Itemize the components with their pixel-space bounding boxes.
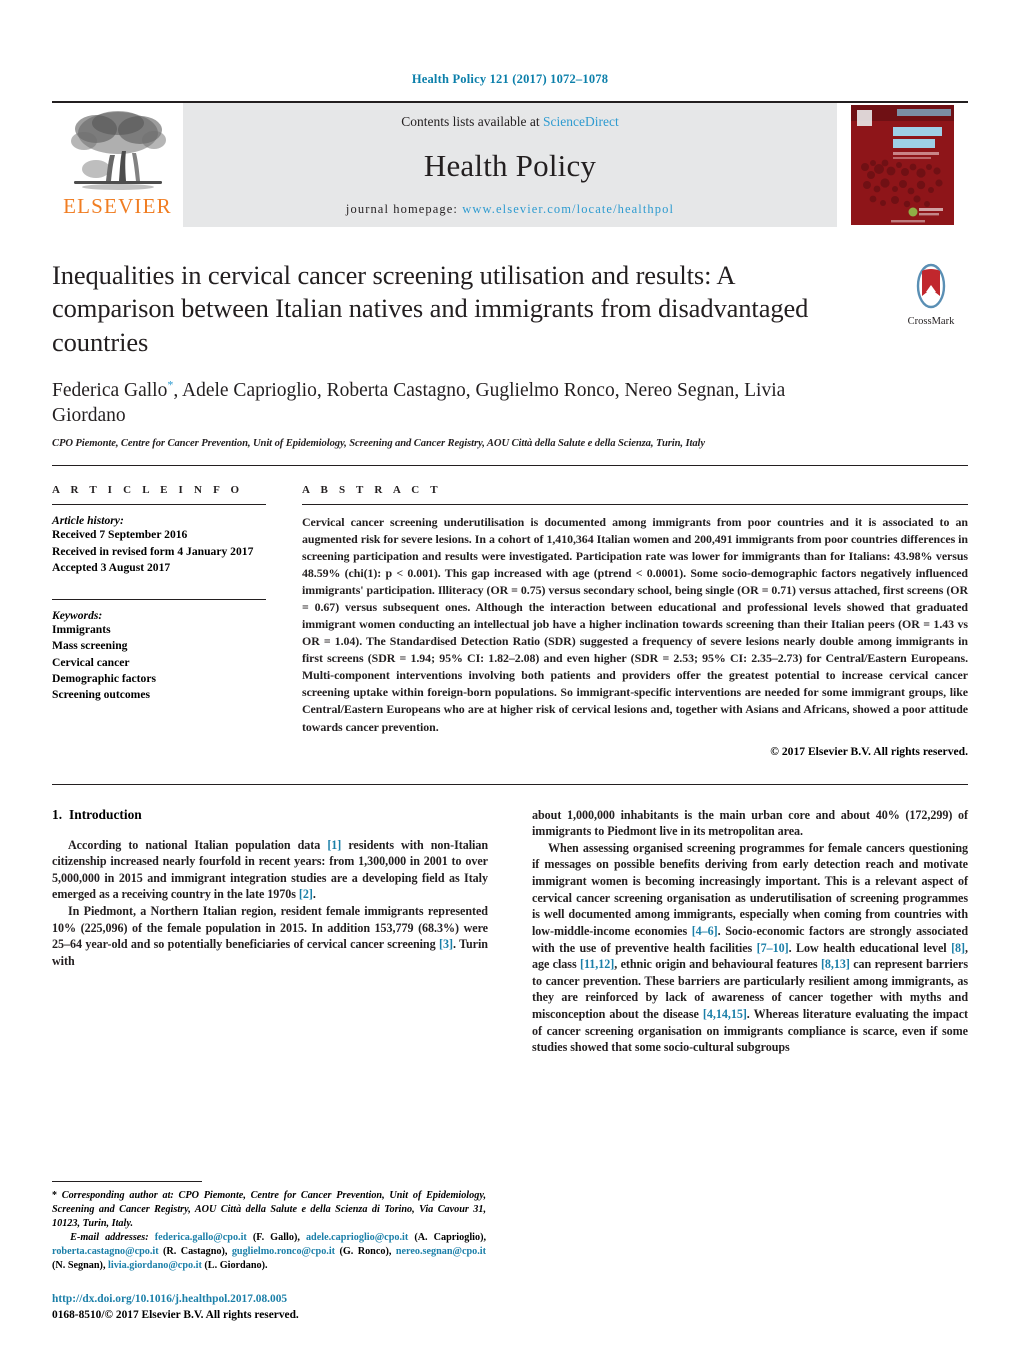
email-owner: (N. Segnan),: [52, 1260, 106, 1272]
email-link[interactable]: adele.caprioglio@cpo.it: [306, 1232, 408, 1243]
homepage-url-link[interactable]: www.elsevier.com/locate/healthpol: [462, 202, 674, 216]
asterisk-icon: *: [52, 1190, 57, 1202]
citation-link[interactable]: [3]: [439, 937, 453, 951]
intro-paragraph-2: In Piedmont, a Northern Italian region, …: [52, 904, 488, 968]
keyword-item: Demographic factors: [52, 672, 156, 686]
history-revised: Received in revised form 4 January 2017: [52, 544, 254, 558]
article-info-heading: A R T I C L E I N F O: [52, 484, 244, 497]
email-link[interactable]: livia.giordano@cpo.it: [108, 1260, 202, 1271]
keywords-label: Keywords:: [52, 608, 103, 622]
email-link[interactable]: nereo.segnan@cpo.it: [396, 1246, 486, 1257]
contents-available-line: Contents lists available at ScienceDirec…: [401, 114, 618, 130]
author-list: Federica Gallo*, Adele Caprioglio, Rober…: [52, 377, 968, 428]
article-history-label: Article history:: [52, 514, 124, 528]
keyword-item: Immigrants: [52, 622, 111, 636]
abstract-heading: A B S T R A C T: [302, 484, 442, 497]
info-rule: [52, 504, 266, 506]
keyword-item: Screening outcomes: [52, 688, 150, 702]
publisher-logo: ELSEVIER: [52, 103, 183, 227]
email-link[interactable]: federica.gallo@cpo.it: [155, 1232, 247, 1243]
section-title: Introduction: [69, 806, 142, 822]
history-received: Received 7 September 2016: [52, 528, 188, 542]
running-head: Health Policy 121 (2017) 1072–1078: [411, 72, 609, 86]
email-owner: (L. Giordano).: [204, 1260, 268, 1272]
journal-cover-image: [851, 105, 954, 225]
body-column-left: 1. Introduction According to national Ita…: [52, 807, 510, 1056]
citation-link[interactable]: [8,13]: [821, 957, 850, 971]
abstract-rule: [302, 504, 968, 506]
email-owner: (R. Castagno),: [163, 1246, 228, 1258]
section-number: 1.: [52, 806, 63, 822]
abstract-copyright: © 2017 Elsevier B.V. All rights reserved…: [770, 744, 968, 758]
masthead-center: Contents lists available at ScienceDirec…: [183, 103, 837, 227]
contents-prefix: Contents lists available at: [401, 114, 540, 129]
journal-article-page: Health Policy 121 (2017) 1072–1078 ELSEV…: [0, 0, 1020, 1351]
body-column-right: about 1,000,000 inhabitants is the main …: [510, 807, 968, 1056]
corresponding-author-text: Corresponding author at: CPO Piemonte, C…: [52, 1190, 487, 1230]
citation-link[interactable]: [4–6]: [692, 924, 718, 938]
keyword-item: Mass screening: [52, 639, 128, 653]
footnote-block: * Corresponding author at: CPO Piemonte,…: [52, 1181, 486, 1273]
abstract-column: A B S T R A C T Cervical cancer screenin…: [302, 484, 968, 758]
keywords-rule: [52, 598, 266, 600]
history-accepted: Accepted 3 August 2017: [52, 561, 171, 575]
author-names: Federica Gallo*, Adele Caprioglio, Rober…: [52, 377, 786, 426]
citation-link[interactable]: [2]: [299, 887, 313, 901]
citation-link[interactable]: [1]: [327, 838, 341, 852]
author-affiliation: CPO Piemonte, Centre for Cancer Preventi…: [52, 438, 705, 450]
elsevier-tree-icon: [70, 111, 166, 190]
email-owner: (A. Caprioglio),: [414, 1232, 487, 1244]
issn-copyright-line: 0168-8510/© 2017 Elsevier B.V. All right…: [52, 1308, 299, 1321]
sciencedirect-link[interactable]: ScienceDirect: [543, 114, 619, 129]
journal-cover-thumbnail: [837, 103, 968, 227]
cover-artwork: [851, 105, 954, 225]
homepage-prefix: journal homepage:: [345, 202, 458, 216]
intro-paragraph-4: When assessing organised screening progr…: [532, 840, 969, 1055]
citation-link[interactable]: [4,14,15]: [703, 1007, 747, 1021]
email-link[interactable]: guglielmo.ronco@cpo.it: [232, 1246, 335, 1257]
journal-homepage-line: journal homepage: www.elsevier.com/locat…: [346, 202, 674, 217]
corresponding-author-note: * Corresponding author at: CPO Piemonte,…: [52, 1189, 486, 1231]
doi-link[interactable]: http://dx.doi.org/10.1016/j.healthpol.20…: [52, 1292, 486, 1307]
email-addresses-note: E-mail addresses: federica.gallo@cpo.it …: [52, 1231, 486, 1273]
journal-title: Health Policy: [423, 148, 597, 183]
body-columns: 1. Introduction According to national Ita…: [52, 785, 968, 1056]
footer-doi-block: http://dx.doi.org/10.1016/j.healthpol.20…: [52, 1292, 486, 1323]
page-title: Inequalities in cervical cancer screenin…: [52, 260, 809, 357]
citation-link[interactable]: [8]: [951, 941, 965, 955]
intro-paragraph-1: According to national Italian population…: [52, 837, 488, 902]
email-owner: (G. Ronco),: [339, 1246, 392, 1258]
section-heading-introduction: 1. Introduction: [52, 807, 488, 823]
keywords-block: Keywords: Immigrants Mass screening Cerv…: [52, 598, 266, 704]
elsevier-wordmark: ELSEVIER: [63, 194, 172, 218]
title-block: CrossMark Inequalities in cervical cance…: [52, 259, 968, 449]
intro-paragraph-3: about 1,000,000 inhabitants is the main …: [532, 807, 968, 839]
abstract-text: Cervical cancer screening underutilisati…: [302, 515, 968, 734]
email-link[interactable]: roberta.castagno@cpo.it: [52, 1246, 159, 1257]
keyword-item: Cervical cancer: [52, 655, 130, 669]
email-addresses-label: E-mail addresses:: [70, 1232, 149, 1244]
crossmark-badge-group[interactable]: CrossMark: [894, 263, 968, 327]
citation-link[interactable]: [11,12]: [580, 957, 614, 971]
crossmark-label: CrossMark: [907, 316, 955, 327]
footnote-rule: [52, 1181, 202, 1183]
article-info-column: A R T I C L E I N F O Article history: R…: [52, 484, 302, 757]
email-owner: (F. Gallo),: [252, 1232, 300, 1244]
journal-masthead: ELSEVIER Contents lists available at Sci…: [52, 101, 968, 227]
crossmark-icon[interactable]: [908, 263, 954, 309]
citation-link[interactable]: [7–10]: [757, 941, 789, 955]
info-abstract-section: A R T I C L E I N F O Article history: R…: [52, 466, 968, 758]
